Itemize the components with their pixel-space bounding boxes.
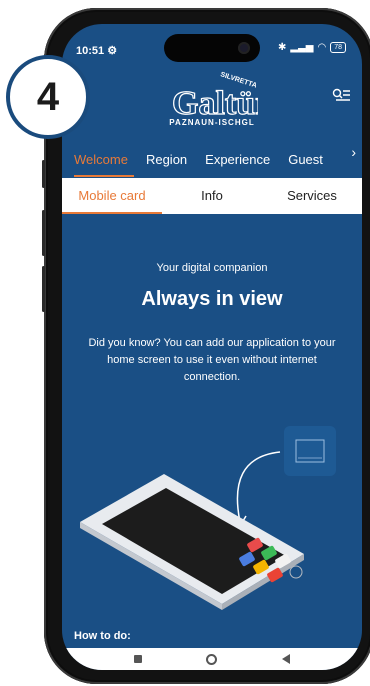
side-button-volume-down xyxy=(42,266,45,312)
status-time: 10:51 ⚙ xyxy=(76,44,117,57)
android-nav-bar xyxy=(62,648,362,670)
kicker-text: Your digital companion xyxy=(156,262,268,274)
howto-heading: How to do: xyxy=(74,630,131,642)
content-section: Your digital companion Always in view Di… xyxy=(62,214,362,386)
logo-subtitle: PAZNAUN-ISCHGL xyxy=(169,118,255,127)
side-button-action xyxy=(42,160,45,188)
sub-nav: Mobile card Info Services xyxy=(62,178,362,214)
phone-screen: 10:51 ⚙ ✱ ▂▃▅ ◠ 78 SILVRETTA Galtür PAZN… xyxy=(62,24,362,670)
side-button-volume-up xyxy=(42,210,45,256)
back-icon[interactable] xyxy=(281,654,290,664)
step-badge: 4 xyxy=(6,55,90,139)
logo-wordmark: Galtür xyxy=(172,85,258,122)
tab-info[interactable]: Info xyxy=(162,178,262,214)
phone-device-icon xyxy=(80,474,304,610)
settings-gear-icon: ⚙ xyxy=(107,45,118,57)
notch xyxy=(164,34,260,62)
main-nav-item-region[interactable]: Region xyxy=(146,152,187,167)
tab-services[interactable]: Services xyxy=(262,178,362,214)
bluetooth-icon: ✱ xyxy=(278,42,287,53)
status-icons: ✱ ▂▃▅ ◠ 78 xyxy=(278,42,346,53)
body-text: Did you know? You can add our applicatio… xyxy=(88,337,336,383)
signal-icon: ▂▃▅ xyxy=(290,42,314,53)
camera-icon xyxy=(238,42,250,54)
headline: Always in view xyxy=(141,288,283,310)
home-icon[interactable] xyxy=(206,653,218,665)
status-time-text: 10:51 xyxy=(76,45,105,57)
chevron-right-icon[interactable]: › xyxy=(351,144,356,160)
wifi-icon: ◠ xyxy=(317,42,327,53)
battery-icon: 78 xyxy=(330,42,346,53)
app-tile-icon xyxy=(284,426,336,476)
recents-icon[interactable] xyxy=(134,655,143,663)
main-nav: Welcome Region Experience Guest xyxy=(62,140,362,178)
main-nav-item-welcome[interactable]: Welcome xyxy=(74,152,134,177)
tab-mobile-card[interactable]: Mobile card xyxy=(62,178,162,214)
main-nav-item-experience[interactable]: Experience xyxy=(205,152,270,167)
phone-illustration xyxy=(80,426,336,610)
search-menu-icon[interactable] xyxy=(332,88,350,102)
arrow-icon xyxy=(236,451,281,523)
main-nav-item-guest[interactable]: Guest xyxy=(288,152,323,167)
